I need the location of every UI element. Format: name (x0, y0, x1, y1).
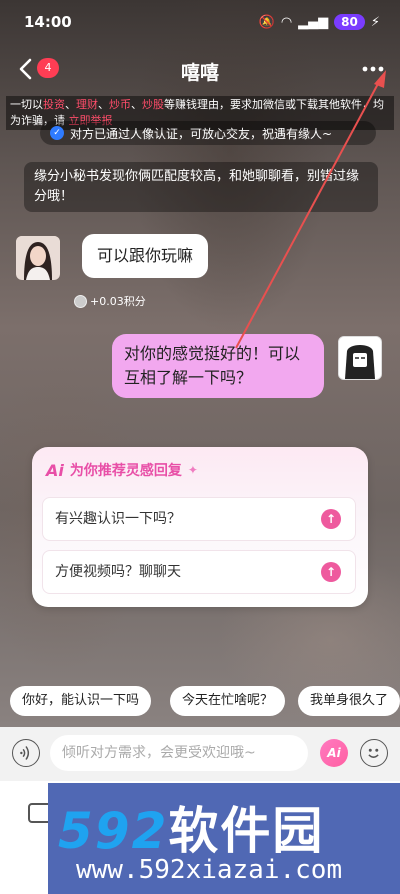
message-input-bar: Ai (0, 727, 400, 781)
send-suggestion-icon[interactable]: ↑ (321, 509, 341, 529)
match-notice: 缘分小秘书发现你俩匹配度较高，和她聊聊看，别错过缘分哦！ (24, 162, 378, 212)
avatar-portrait (16, 236, 60, 280)
ai-panel-header: Ai 为你推荐灵感回复 ✦ (46, 460, 198, 480)
page-title: 嘻嘻 (180, 62, 219, 84)
quick-reply-chip[interactable]: 你好，能认识一下吗 (10, 686, 152, 716)
avatar[interactable] (16, 236, 60, 280)
ai-panel-title: 为你推荐灵感回复 (69, 463, 182, 479)
ai-reply-suggestions: Ai 为你推荐灵感回复 ✦ 有兴趣认识一下吗？ ↑ 方便视频吗？聊聊天 ↑ (32, 447, 368, 607)
verification-text: 对方已通过人像认证，可放心交友，祝遇有缘人~ (70, 126, 333, 141)
send-suggestion-icon[interactable]: ↑ (321, 562, 341, 582)
quick-reply-bar: 你好，能认识一下吗 今天在忙啥呢？ 我单身很久了 (10, 686, 400, 718)
more-options-icon[interactable] (360, 62, 386, 76)
sparkle-icon: ✦ (187, 463, 198, 477)
watermark-logo: 592软件园 (58, 802, 325, 860)
message-bubble-sent[interactable]: 对你的感觉挺好的！可以互相了解一下吗？ (112, 334, 324, 398)
ai-suggestion-item[interactable]: 方便视频吗？聊聊天 ↑ (42, 550, 356, 594)
battery-level: 80 (334, 14, 365, 30)
message-bubble-received[interactable]: 可以跟你玩嘛 (82, 234, 209, 278)
status-bar: 14:00 🔕 ◠ ▂▄▆ 80 ⚡ (0, 0, 400, 44)
verified-icon: ✓ (50, 126, 64, 140)
ai-assist-button[interactable]: Ai (320, 739, 348, 767)
meme-avatar-image (339, 337, 381, 379)
voice-input-icon[interactable] (12, 739, 40, 767)
status-time: 14:00 (24, 13, 72, 31)
watermark: 592软件园 www.592xiazai.com (48, 783, 400, 894)
quick-reply-chip[interactable]: 我单身很久了 (298, 686, 400, 716)
ai-logo-icon: Ai (46, 460, 64, 480)
charging-icon: ⚡ (370, 14, 380, 30)
verification-banner: ✓ 对方已通过人像认证，可放心交友，祝遇有缘人~ (40, 121, 376, 145)
emoji-icon[interactable] (360, 739, 388, 767)
my-avatar[interactable] (338, 336, 382, 380)
ai-suggestion-item[interactable]: 有兴趣认识一下吗？ ↑ (42, 497, 356, 541)
wifi-icon: ◠ (280, 14, 293, 30)
watermark-url: www.592xiazai.com (76, 855, 343, 885)
chat-header: 4 嘻嘻 (0, 48, 400, 92)
coin-icon (74, 294, 87, 308)
mute-icon: 🔕 (258, 14, 275, 30)
message-input[interactable] (50, 735, 308, 771)
points-earned: +0.03积分 (74, 293, 146, 309)
quick-reply-chip[interactable]: 今天在忙啥呢？ (170, 686, 286, 716)
signal-icon: ▂▄▆ (298, 14, 329, 30)
status-icons: 🔕 ◠ ▂▄▆ 80 ⚡ (259, 14, 380, 30)
